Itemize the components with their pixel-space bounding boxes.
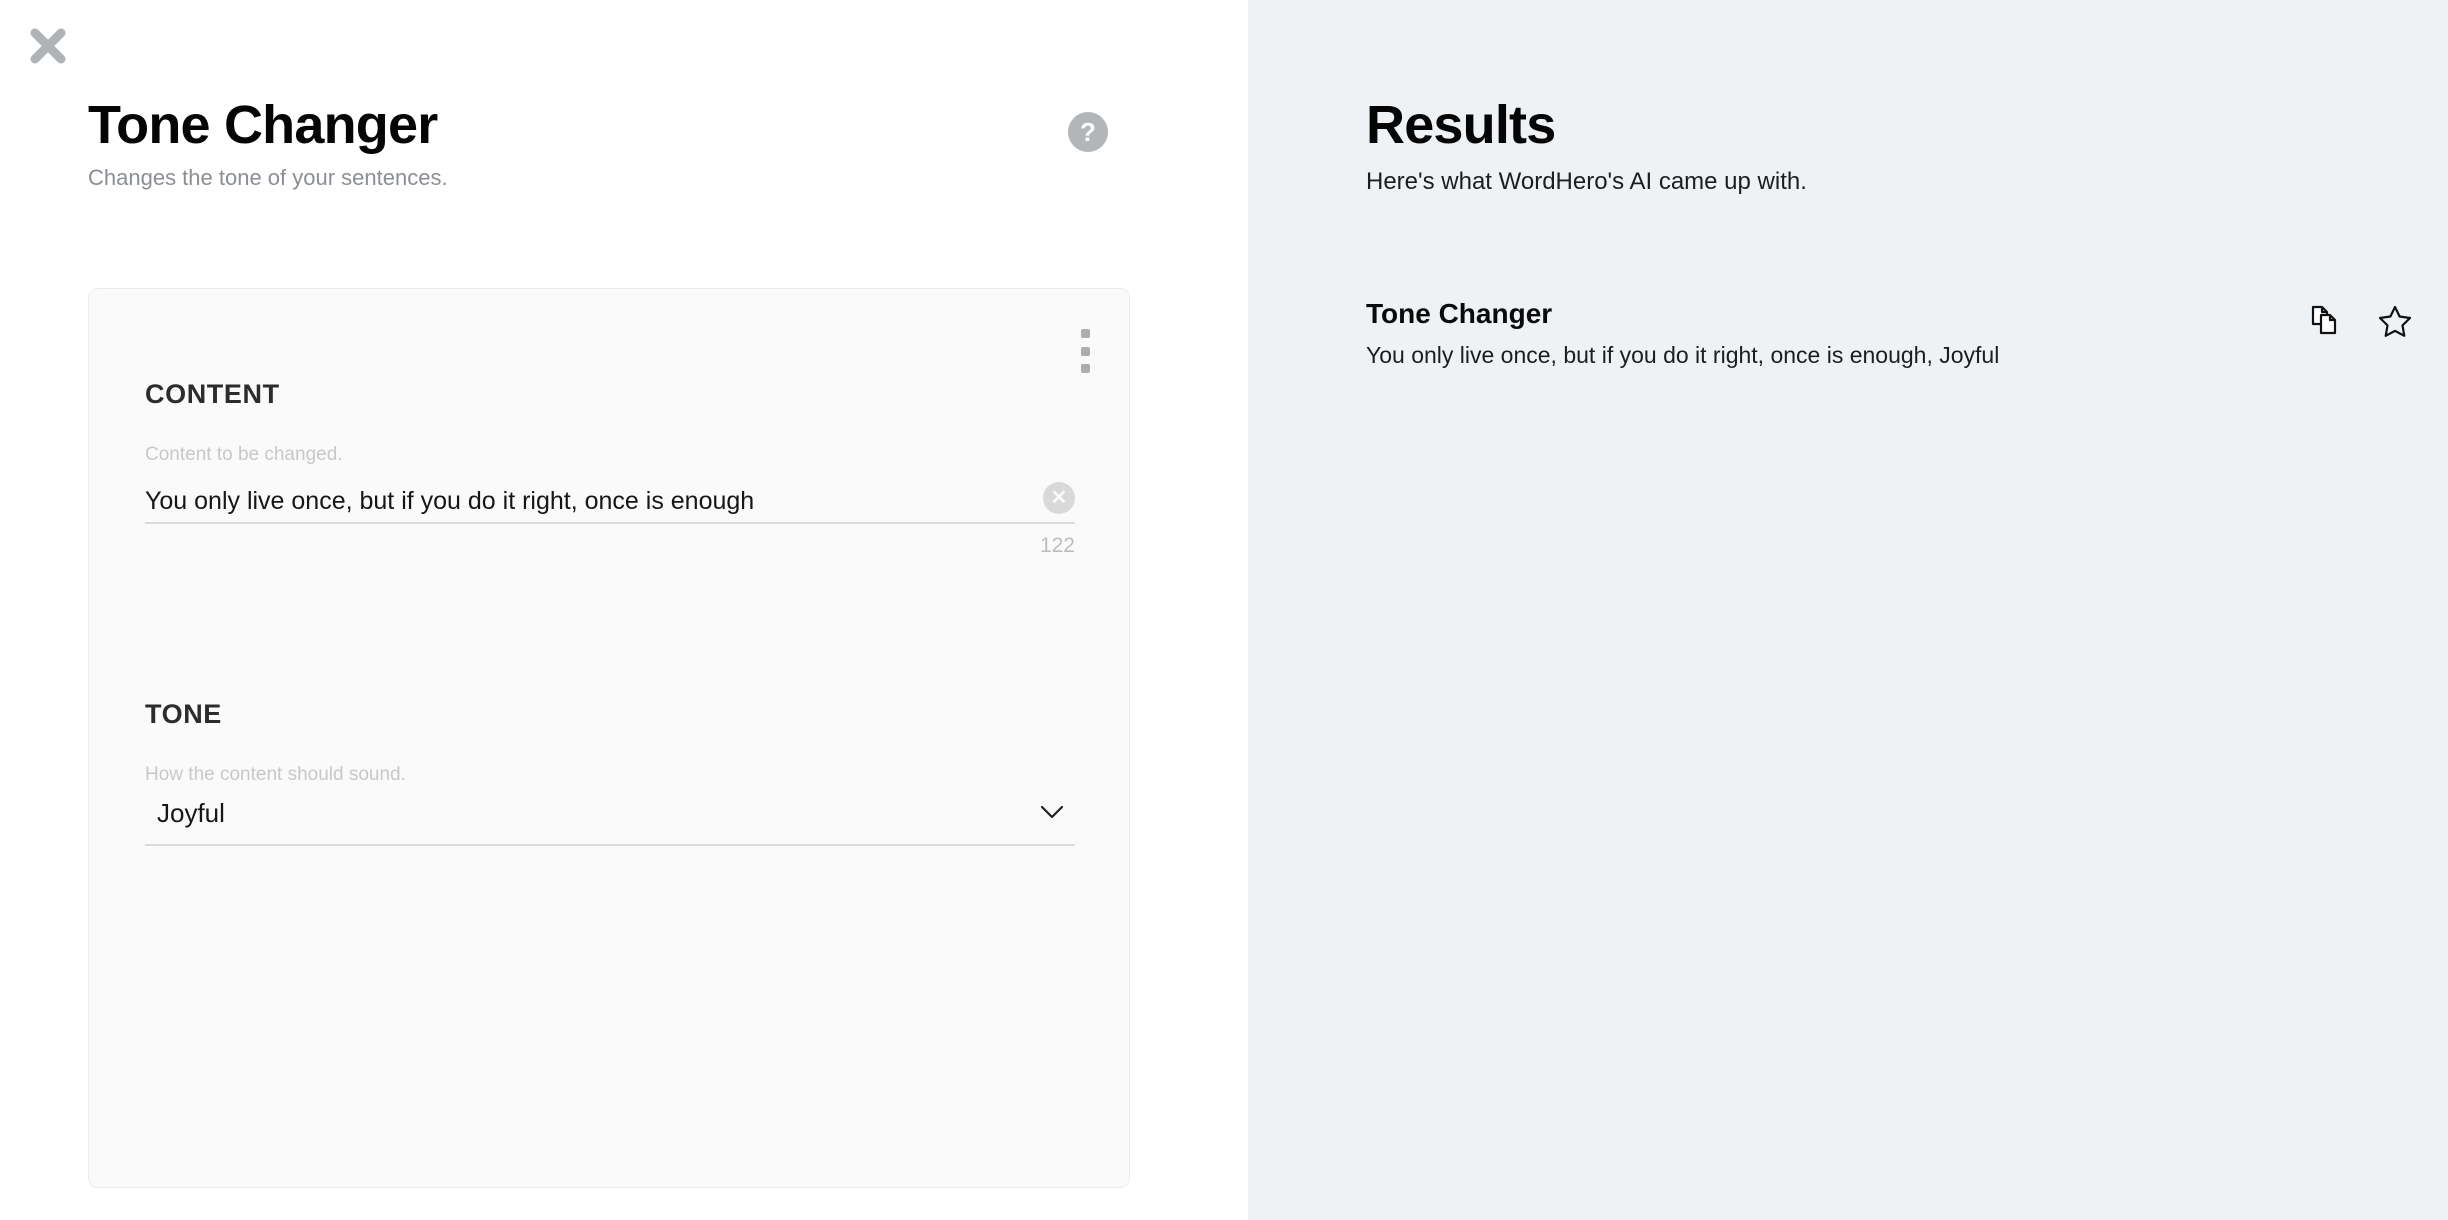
tone-section-title: TONE xyxy=(145,699,222,729)
page-title: Tone Changer xyxy=(88,95,438,155)
close-icon xyxy=(26,24,70,68)
content-input-row[interactable]: ✕ xyxy=(145,472,1075,524)
tool-form-card: CONTENT Content to be changed. ✕ 122 TON… xyxy=(88,288,1130,1188)
tone-field-hint: How the content should sound. xyxy=(145,764,406,785)
content-field-hint: Content to be changed. xyxy=(145,444,343,465)
chevron-down-icon xyxy=(1039,804,1065,831)
content-input[interactable] xyxy=(145,487,1031,522)
result-item-header: Tone Changer You only live once, but if … xyxy=(1366,298,2412,369)
result-meta: Tone Changer You only live once, but if … xyxy=(1366,298,1999,369)
results-title: Results xyxy=(1366,95,1556,155)
tone-field-group: TONE How the content should sound. Joyfu… xyxy=(145,699,1075,846)
character-count: 122 xyxy=(1039,534,1075,557)
tone-select[interactable]: Joyful xyxy=(145,790,1075,846)
help-icon[interactable]: ? xyxy=(1068,112,1108,152)
tool-header: Tone Changer Changes the tone of your se… xyxy=(88,96,1108,191)
results-subtitle: Here's what WordHero's AI came up with. xyxy=(1366,168,1807,196)
results-header: Results Here's what WordHero's AI came u… xyxy=(1366,96,1807,196)
result-tool-name: Tone Changer xyxy=(1366,298,1553,329)
kebab-menu-icon[interactable] xyxy=(1071,325,1099,377)
content-field-group: CONTENT Content to be changed. ✕ 122 xyxy=(145,379,1075,558)
result-prompt-text: You only live once, but if you do it rig… xyxy=(1366,342,2000,368)
tool-panel: Tone Changer Changes the tone of your se… xyxy=(0,0,1248,1220)
page-subtitle: Changes the tone of your sentences. xyxy=(88,165,448,191)
result-action-bar xyxy=(2308,298,2412,338)
clear-content-icon[interactable]: ✕ xyxy=(1043,482,1075,514)
content-section-title: CONTENT xyxy=(145,379,280,409)
copy-icon[interactable] xyxy=(2308,304,2342,338)
kebab-dot xyxy=(1080,364,1090,373)
app-screen: Tone Changer Changes the tone of your se… xyxy=(0,0,2448,1220)
close-button[interactable] xyxy=(20,18,76,74)
tone-select-value: Joyful xyxy=(157,797,225,828)
results-panel: Results Here's what WordHero's AI came u… xyxy=(1248,0,2448,1220)
star-icon[interactable] xyxy=(2378,304,2412,338)
kebab-dot xyxy=(1080,329,1090,338)
kebab-dot xyxy=(1080,346,1090,356)
